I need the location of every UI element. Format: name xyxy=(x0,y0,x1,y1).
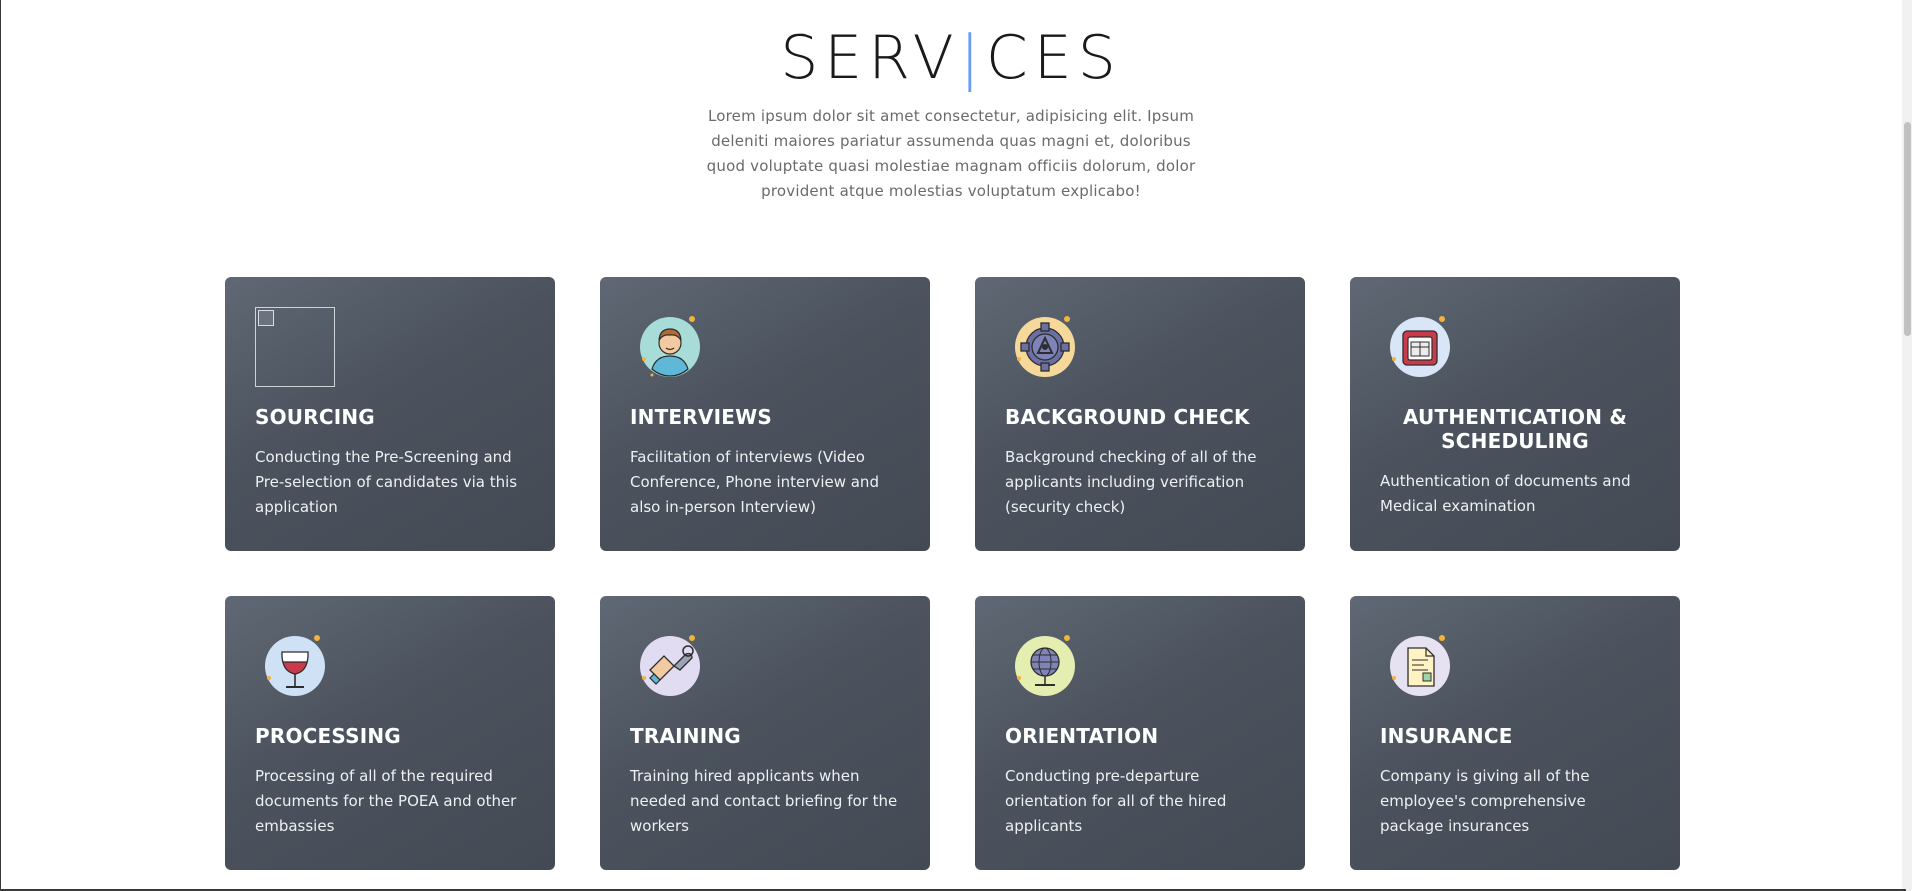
card-title: PROCESSING xyxy=(255,724,401,748)
service-card-authentication-scheduling: AUTHENTICATION & SCHEDULING Authenticati… xyxy=(1350,277,1680,551)
card-title: ORIENTATION xyxy=(1005,724,1159,748)
title-part-2: CES xyxy=(985,23,1122,93)
card-title: INTERVIEWS xyxy=(630,405,772,429)
scrollbar-thumb[interactable] xyxy=(1904,122,1911,336)
card-text: Authentication of documents and Medical … xyxy=(1380,472,1631,515)
card-text: Background checking of all of the applic… xyxy=(1005,448,1257,516)
card-title: AUTHENTICATION & SCHEDULING xyxy=(1402,405,1627,453)
gear-icon xyxy=(1005,307,1085,387)
service-card-orientation: ORIENTATION Conducting pre-departure ori… xyxy=(975,596,1305,870)
service-card-background-check: BACKGROUND CHECK Background checking of … xyxy=(975,277,1305,551)
card-title: TRAINING xyxy=(630,724,741,748)
card-text: Facilitation of interviews (Video Confer… xyxy=(630,448,879,516)
service-card-sourcing: SOURCING Conducting the Pre-Screening an… xyxy=(225,277,555,551)
card-title: INSURANCE xyxy=(1380,724,1513,748)
title-part-1: SERV xyxy=(780,23,960,93)
vertical-scrollbar[interactable] xyxy=(1902,0,1912,891)
page-left-border xyxy=(0,0,1,891)
section-description: Lorem ipsum dolor sit amet consectetur, … xyxy=(706,107,1196,200)
services-grid: SOURCING Conducting the Pre-Screening an… xyxy=(225,277,1680,870)
service-card-insurance: INSURANCE Company is giving all of the e… xyxy=(1350,596,1680,870)
service-card-interviews: INTERVIEWS Facilitation of interviews (V… xyxy=(600,277,930,551)
handshake-wrench-icon xyxy=(630,626,710,706)
broken-image-icon xyxy=(255,307,335,387)
service-card-training: TRAINING Training hired applicants when … xyxy=(600,596,930,870)
document-icon xyxy=(1380,626,1460,706)
section-title: SERV|CES xyxy=(0,22,1902,94)
card-text: Processing of all of the required docume… xyxy=(255,767,517,835)
card-text: Conducting pre-departure orientation for… xyxy=(1005,767,1227,835)
title-cursor: | xyxy=(959,23,986,93)
card-text: Conducting the Pre-Screening and Pre-sel… xyxy=(255,448,518,516)
service-card-processing: PROCESSING Processing of all of the requ… xyxy=(225,596,555,870)
globe-icon xyxy=(1005,626,1085,706)
person-icon xyxy=(630,307,710,387)
card-text: Company is giving all of the employee's … xyxy=(1380,767,1590,835)
wine-glass-icon xyxy=(255,626,335,706)
card-title: BACKGROUND CHECK xyxy=(1005,405,1250,429)
calendar-icon xyxy=(1380,307,1460,387)
card-title: SOURCING xyxy=(255,405,375,429)
card-text: Training hired applicants when needed an… xyxy=(630,767,898,835)
